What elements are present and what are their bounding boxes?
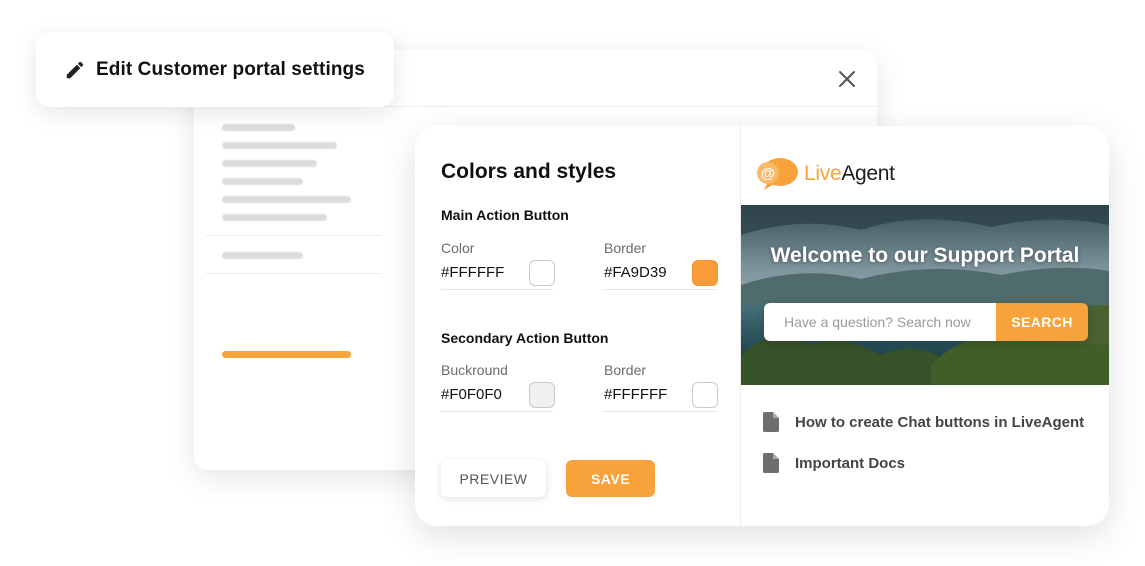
logo-text-agent: Agent [841,162,895,185]
main-action-title: Main Action Button [441,207,569,223]
sidebar-placeholder-line [222,214,327,221]
section-heading: Colors and styles [441,160,617,183]
sidebar-active-item[interactable] [222,351,351,358]
close-icon[interactable] [835,67,859,91]
save-button[interactable]: SAVE [566,460,655,497]
field-label: Border [604,362,647,378]
color-swatch[interactable] [692,382,718,408]
hero-banner: Welcome to our Support Portal SEARCH [741,205,1109,385]
preview-button[interactable]: PREVIEW [441,460,546,497]
sidebar-placeholder-line [222,160,317,167]
field-value[interactable]: #FA9D39 [604,264,667,281]
preview-card: Colors and styles Main Action Button Col… [415,126,1109,526]
liveagent-logo-icon: @ [757,158,798,190]
support-portal-preview: @ LiveAgent Welcome to our Support Porta… [741,126,1109,526]
doc-link-label: How to create Chat buttons in LiveAgent [795,413,1085,431]
field-value[interactable]: #FFFFFF [604,386,667,403]
search-input[interactable] [764,303,996,341]
sidebar-nav [194,107,394,470]
landscape-image [741,205,1109,385]
document-icon [763,412,779,432]
secondary-background-field[interactable]: Buckround #F0F0F0 [441,362,555,412]
sidebar-divider [206,273,382,274]
logo-text: LiveAgent [804,162,895,186]
main-border-field[interactable]: Border #FA9D39 [604,240,718,290]
doc-link-chat-buttons[interactable]: How to create Chat buttons in LiveAgent [763,412,1084,432]
logo-text-live: Live [804,162,842,185]
liveagent-logo: @ LiveAgent [756,156,895,192]
sidebar-placeholder-item[interactable] [222,252,303,259]
svg-text:@: @ [761,165,776,182]
main-color-field[interactable]: Color #FFFFFF [441,240,555,290]
stage: Edit Customer portal settings Colors and… [0,0,1145,566]
portal-search: SEARCH [764,303,1088,341]
field-label: Buckround [441,362,508,378]
colors-styles-panel: Colors and styles Main Action Button Col… [415,126,741,526]
sidebar-placeholder-line [222,124,295,131]
secondary-border-field[interactable]: Border #FFFFFF [604,362,718,412]
secondary-action-title: Secondary Action Button [441,330,609,346]
sidebar-placeholder-line [222,196,351,203]
pencil-icon [66,61,84,78]
field-value[interactable]: #FFFFFF [441,264,504,281]
search-button[interactable]: SEARCH [996,303,1088,341]
doc-link-label: Important Docs [795,454,906,472]
color-swatch[interactable] [692,260,718,286]
field-label: Color [441,240,475,256]
color-swatch[interactable] [529,382,555,408]
hero-title: Welcome to our Support Portal [770,244,1080,267]
doc-link-important-docs[interactable]: Important Docs [763,453,905,473]
field-label: Border [604,240,647,256]
sidebar-placeholder-line [222,142,337,149]
document-icon [763,453,779,473]
color-swatch[interactable] [529,260,555,286]
sidebar-placeholder-line [222,178,303,185]
title-card: Edit Customer portal settings [36,32,394,107]
sidebar-divider [206,235,382,236]
field-value[interactable]: #F0F0F0 [441,386,502,403]
page-title: Edit Customer portal settings [96,58,365,80]
